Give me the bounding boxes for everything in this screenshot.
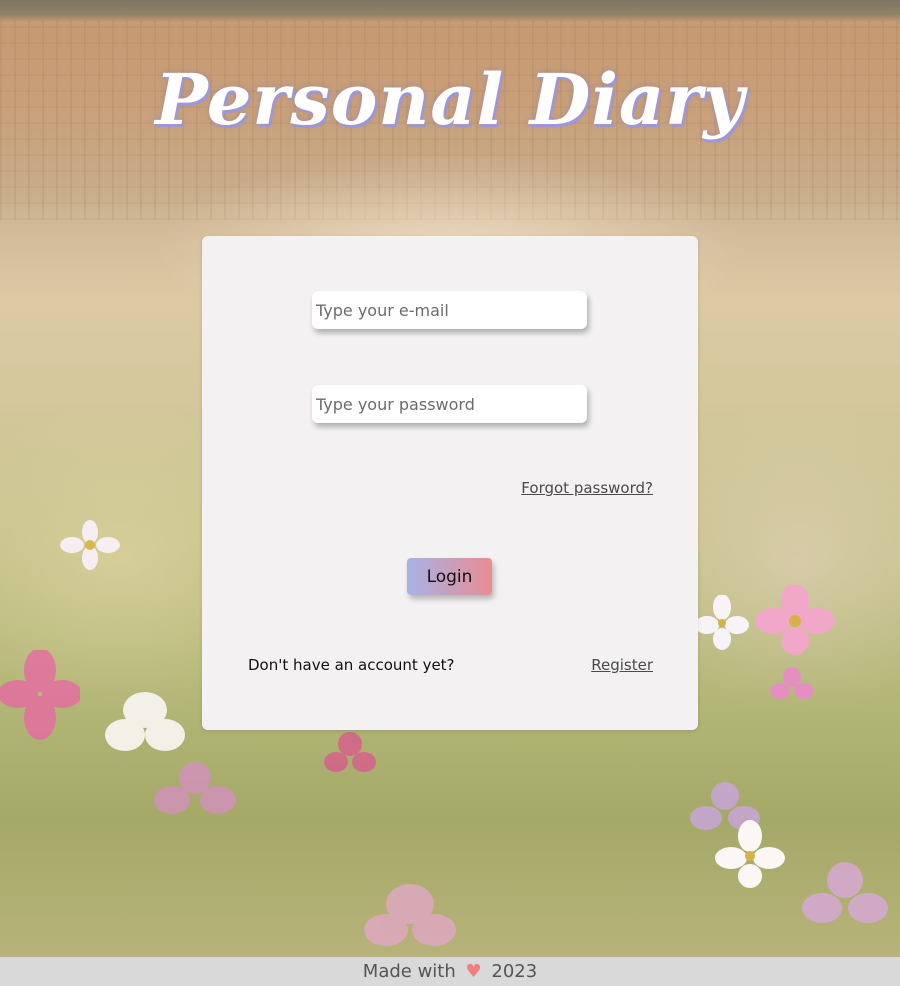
register-link[interactable]: Register	[591, 656, 653, 674]
flower-decoration	[715, 820, 785, 890]
flower-decoration	[695, 595, 750, 650]
flower-decoration	[0, 650, 80, 740]
flower-decoration	[755, 585, 835, 655]
flower-decoration	[360, 880, 460, 950]
flower-decoration	[770, 665, 815, 705]
email-input[interactable]	[312, 291, 587, 329]
flower-decoration	[60, 520, 120, 570]
login-card: Forgot password? Login Don't have an acc…	[202, 236, 698, 730]
flower-decoration	[320, 730, 380, 780]
heart-icon: ♥	[465, 961, 482, 982]
flower-decoration	[150, 760, 240, 830]
footer-made-with-text: Made with	[362, 961, 456, 982]
password-input[interactable]	[312, 385, 587, 423]
password-field-wrapper	[312, 385, 587, 423]
flower-decoration	[100, 690, 190, 760]
login-button[interactable]: Login	[407, 558, 492, 595]
no-account-text: Don't have an account yet?	[248, 656, 455, 674]
flower-decoration	[800, 860, 890, 940]
footer: Made with ♥ 2023	[0, 957, 900, 986]
forgot-password-link[interactable]: Forgot password?	[521, 479, 653, 497]
footer-year: 2023	[491, 961, 538, 982]
app-title: Personal Diary	[155, 58, 745, 141]
email-field-wrapper	[312, 291, 587, 329]
